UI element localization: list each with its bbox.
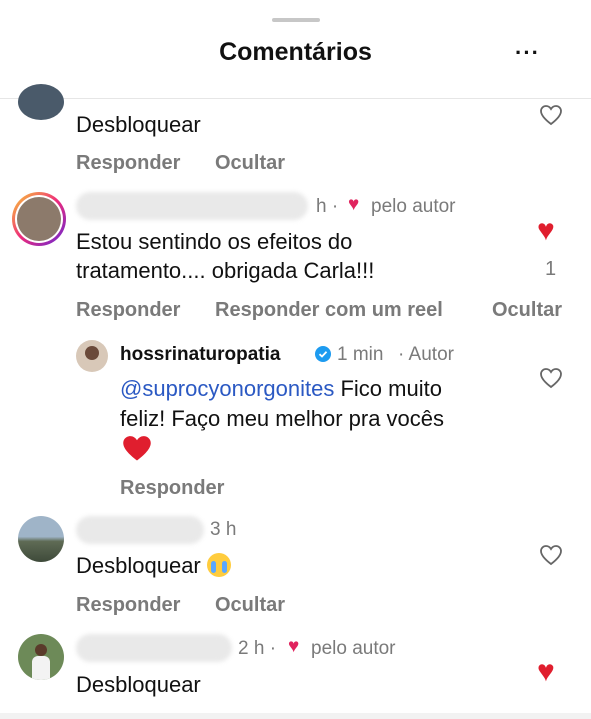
liked-by-author-label: pelo autor [371,196,456,217]
avatar[interactable] [18,634,64,680]
liked-heart-icon[interactable]: ♥ [537,655,555,689]
page-title: Comentários [219,38,372,66]
comment-text: Desbloquear [76,551,231,580]
comment-text: Desbloquear [76,112,201,137]
like-heart-icon[interactable] [539,367,563,394]
comment-time: 3 h [210,519,237,540]
avatar[interactable] [18,84,64,120]
reply-text-line2: feliz! Faço meu melhor pra vocês [120,406,445,431]
avatar[interactable] [76,340,108,372]
redacted-username [76,634,232,662]
crying-face-emoji [206,553,231,577]
author-like-heart-icon: ♥ [288,636,300,657]
author-like-heart-icon: ♥ [348,194,360,215]
avatar[interactable] [12,192,66,246]
more-options-icon[interactable]: ··· [515,40,540,66]
like-heart-icon[interactable] [539,104,563,131]
reply-button[interactable]: Responder [76,152,180,175]
drag-handle[interactable] [272,18,320,22]
comment-text-line1: Estou sentindo os efeitos do [76,229,353,254]
reply-button[interactable]: Responder [76,299,180,322]
comment-text: Desbloquear [76,672,201,697]
comment-text-line2: tratamento.... obrigada Carla!!! [76,258,375,283]
author-tag: · Autor [398,344,454,365]
reply-time: 1 min [337,344,384,365]
reply-button[interactable]: Responder [76,594,180,617]
comment-time: 2 h · [238,638,277,659]
redacted-username [76,516,204,544]
comment-text-main: Desbloquear [76,553,201,578]
hide-button[interactable]: Ocultar [215,152,285,175]
reply-text-line1: @suprocyonorgonites Fico muito [120,374,442,403]
reply-text-after-mention: Fico muito [334,376,442,401]
avatar[interactable] [18,516,64,562]
liked-heart-icon[interactable]: ♥ [537,214,555,248]
mention-link[interactable]: @suprocyonorgonites [120,376,334,401]
redacted-username [76,192,308,220]
header-divider [0,98,591,99]
like-heart-icon[interactable] [539,544,563,571]
like-count: 1 [545,258,557,280]
hide-button[interactable]: Ocultar [492,299,562,322]
reply-button[interactable]: Responder [120,477,224,500]
heart-emoji [122,434,152,467]
bottom-edge [0,713,591,719]
comment-time: h · [316,196,339,217]
reply-with-reel-button[interactable]: Responder com um reel [215,299,443,322]
liked-by-author-label: pelo autor [311,638,396,659]
hide-button[interactable]: Ocultar [215,594,285,617]
reply-username[interactable]: hossrinaturopatia [120,344,280,366]
verified-badge-icon [315,346,331,367]
